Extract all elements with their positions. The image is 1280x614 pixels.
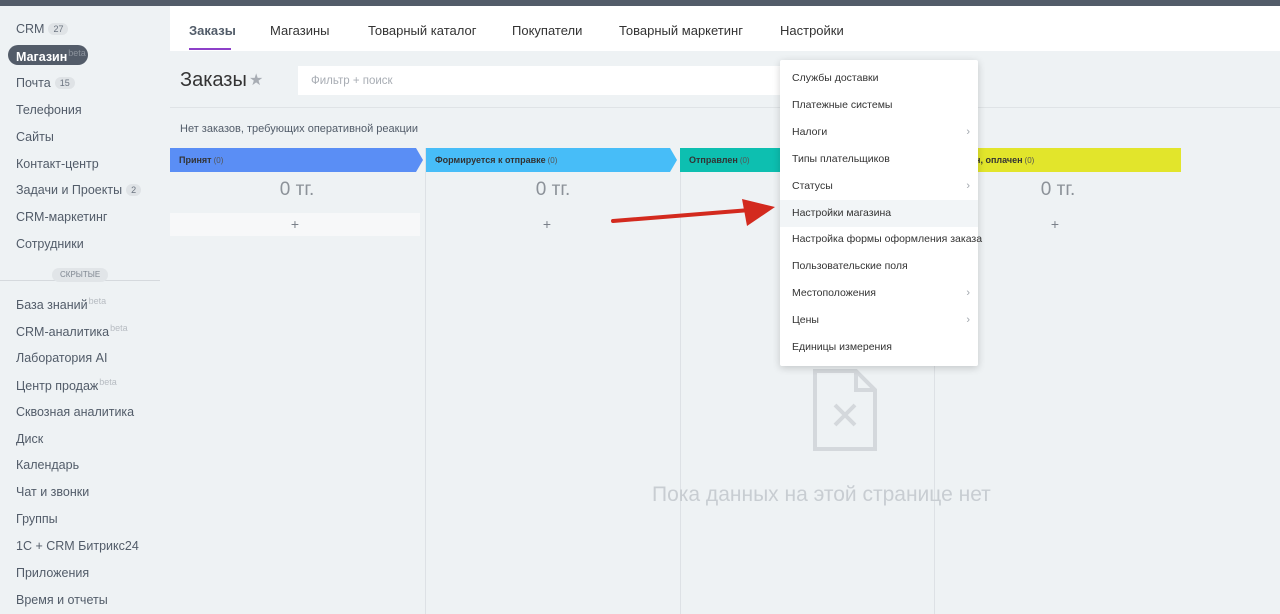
settings-dropdown-menu: Службы доставки Платежные системы Налоги… xyxy=(780,60,982,366)
menu-item-units[interactable]: Единицы измерения xyxy=(780,334,978,361)
stage-count: (0) xyxy=(213,156,224,165)
sidebar-item-sites[interactable]: Сайты xyxy=(16,130,54,144)
menu-item-order-form-settings[interactable]: Настройка формы оформления заказа xyxy=(780,226,982,253)
sidebar-item-knowledge[interactable]: База знанийbeta xyxy=(16,296,106,312)
chevron-right-icon: › xyxy=(966,126,970,138)
sidebar-item-crm-marketing[interactable]: CRM-маркетинг xyxy=(16,210,107,224)
sidebar-item-crm[interactable]: CRM 27 xyxy=(16,22,69,36)
menu-item-label: Настройки магазина xyxy=(792,207,892,219)
tab-product-marketing[interactable]: Товарный маркетинг xyxy=(619,23,743,38)
menu-item-locations[interactable]: Местоположения › xyxy=(780,280,978,307)
sidebar-item-crm-analytics[interactable]: CRM-аналитикаbeta xyxy=(16,323,128,339)
top-tabs: Заказы Магазины Товарный каталог Покупат… xyxy=(170,6,1280,51)
tab-settings[interactable]: Настройки xyxy=(780,23,844,38)
sidebar-item-ai-lab[interactable]: Лаборатория AI xyxy=(16,351,107,365)
tab-shops[interactable]: Магазины xyxy=(270,23,330,38)
beta-tag: beta xyxy=(68,48,86,58)
stage-count: (0) xyxy=(547,156,558,165)
stage-count: (0) xyxy=(739,156,750,165)
stage-accepted[interactable]: Принят (0) xyxy=(170,148,420,172)
menu-item-delivery[interactable]: Службы доставки xyxy=(780,65,978,92)
menu-item-label: Единицы измерения xyxy=(792,341,892,353)
sidebar: CRM 27 Магазинbeta Почта 15 Телефония Сайт… xyxy=(0,6,170,614)
menu-item-taxes[interactable]: Налоги › xyxy=(780,119,978,146)
header-divider xyxy=(170,107,1280,108)
sidebar-item-shop-label[interactable]: Магазинbeta xyxy=(16,48,86,64)
sidebar-item-label: Магазин xyxy=(16,50,68,65)
sidebar-item-apps[interactable]: Приложения xyxy=(16,566,89,580)
sidebar-item-label: Центр продаж xyxy=(16,379,99,394)
menu-item-label: Местоположения xyxy=(792,287,876,299)
chevron-right-icon: › xyxy=(966,287,970,299)
sidebar-item-end-to-end[interactable]: Сквозная аналитика xyxy=(16,405,134,419)
sidebar-item-sales-center[interactable]: Центр продажbeta xyxy=(16,377,117,393)
sidebar-item-label: CRM xyxy=(16,22,45,36)
notice-text: Нет заказов, требующих оперативной реакц… xyxy=(180,123,419,135)
menu-item-custom-fields[interactable]: Пользовательские поля xyxy=(780,253,978,280)
tab-orders[interactable]: Заказы xyxy=(189,23,236,38)
sidebar-item-calendar[interactable]: Календарь xyxy=(16,458,79,472)
add-order-button[interactable]: + xyxy=(170,213,420,236)
menu-item-shop-settings[interactable]: Настройки магазина xyxy=(780,200,978,227)
menu-item-label: Платежные системы xyxy=(792,99,893,111)
empty-document-icon xyxy=(813,369,877,451)
menu-item-label: Статусы xyxy=(792,180,833,192)
stage-name: Отправлен xyxy=(689,155,738,165)
beta-tag: beta xyxy=(88,296,107,306)
empty-state-text: Пока данных на этой странице нет xyxy=(652,483,991,506)
tab-buyers[interactable]: Покупатели xyxy=(512,23,582,38)
stage-name: Формируется к отправке xyxy=(435,155,546,165)
page-title: Заказы xyxy=(180,69,247,91)
menu-item-statuses[interactable]: Статусы › xyxy=(780,173,978,200)
tab-catalog[interactable]: Товарный каталог xyxy=(368,23,476,38)
beta-tag: beta xyxy=(99,377,117,387)
sidebar-item-disk[interactable]: Диск xyxy=(16,432,43,446)
star-icon[interactable]: ★ xyxy=(249,70,263,90)
stage-name: Принят xyxy=(179,155,212,165)
menu-item-label: Службы доставки xyxy=(792,72,879,84)
menu-item-label: Типы плательщиков xyxy=(792,153,890,165)
stage-sent[interactable]: Отправлен (0) xyxy=(680,148,780,172)
counter-badge: 2 xyxy=(126,184,142,196)
menu-item-payment-systems[interactable]: Платежные системы xyxy=(780,92,978,119)
menu-item-payer-types[interactable]: Типы плательщиков xyxy=(780,146,978,173)
sidebar-item-time[interactable]: Время и отчеты xyxy=(16,593,108,607)
sidebar-item-onec[interactable]: 1С + CRM Битрикс24 xyxy=(16,539,139,553)
sidebar-item-groups[interactable]: Группы xyxy=(16,512,58,526)
menu-item-label: Настройка формы оформления заказа xyxy=(792,233,983,245)
sidebar-item-contact-center[interactable]: Контакт-центр xyxy=(16,157,99,171)
menu-item-prices[interactable]: Цены › xyxy=(780,307,978,334)
counter-badge: 15 xyxy=(54,77,75,89)
sidebar-item-tasks[interactable]: Задачи и Проекты 2 xyxy=(16,183,142,197)
red-arrow-icon xyxy=(611,199,775,226)
sidebar-item-label: Задачи и Проекты xyxy=(16,183,123,197)
sidebar-item-label: База знаний xyxy=(16,298,88,313)
chevron-right-icon: › xyxy=(966,314,970,326)
counter-badge: 27 xyxy=(48,23,69,35)
stage-forming[interactable]: Формируется к отправке (0) xyxy=(426,148,676,172)
sidebar-item-mail[interactable]: Почта 15 xyxy=(16,76,75,90)
menu-item-label: Налоги xyxy=(792,126,828,138)
menu-item-label: Цены xyxy=(792,314,819,326)
sidebar-item-label: CRM-аналитика xyxy=(16,325,110,340)
filter-search-input[interactable] xyxy=(298,66,798,95)
stage-count: (0) xyxy=(1024,156,1035,165)
beta-tag: beta xyxy=(110,323,128,333)
stage-paid[interactable]: ен, оплачен (0) xyxy=(970,148,1180,172)
chevron-right-icon: › xyxy=(966,180,970,192)
sidebar-item-label: Почта xyxy=(16,76,51,90)
sidebar-item-chat[interactable]: Чат и звонки xyxy=(16,485,89,499)
menu-item-label: Пользовательские поля xyxy=(792,260,908,272)
sidebar-item-employees[interactable]: Сотрудники xyxy=(16,237,84,251)
hidden-section-label[interactable]: СКРЫТЫЕ xyxy=(52,268,109,282)
stage-sum: 0 тг. xyxy=(279,179,315,200)
active-tab-underline xyxy=(189,48,231,50)
sidebar-item-telephony[interactable]: Телефония xyxy=(16,103,82,117)
